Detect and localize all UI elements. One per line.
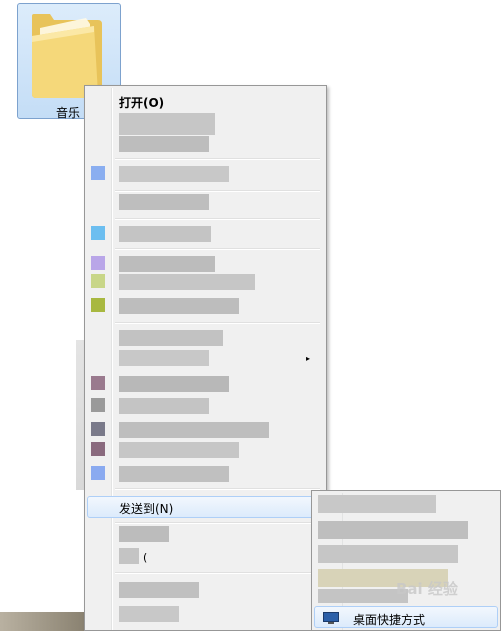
pixelated-menu-item[interactable] [119, 136, 209, 152]
pixelated-menu-item[interactable] [119, 442, 239, 458]
menu-separator [115, 218, 320, 220]
pixelated-menu-item[interactable] [119, 422, 269, 438]
pixelated-menu-item[interactable] [119, 226, 211, 242]
taskbar-strip [0, 612, 84, 631]
watermark: Bai 经验 [396, 580, 458, 598]
pixelated-menu-item[interactable] [119, 166, 229, 182]
pixelated-submenu-item[interactable] [318, 589, 408, 603]
app-icon [91, 442, 105, 456]
pixelated-menu-item[interactable] [119, 526, 169, 542]
pixelated-menu-item[interactable] [119, 376, 229, 392]
menu-separator [115, 158, 320, 160]
send-to-submenu: 桌面快捷方式 [311, 490, 501, 631]
menu-separator [115, 522, 320, 524]
pixelated-menu-item[interactable] [119, 330, 223, 346]
app-icon [91, 166, 105, 180]
submenu-arrow-icon: ▸ [306, 354, 311, 363]
pixelated-menu-item[interactable] [119, 256, 215, 272]
pixelated-submenu-item[interactable] [318, 521, 468, 539]
submenu-item-desktop-shortcut-label: 桌面快捷方式 [353, 613, 426, 627]
menu-item-hotkey-fragment: ( [143, 551, 148, 564]
menu-item-send-to[interactable]: 发送到(N) [87, 496, 324, 518]
folder-label: 音乐 [56, 106, 81, 120]
app-icon [91, 422, 105, 436]
pixelated-menu-item[interactable] [119, 274, 255, 290]
menu-separator [115, 572, 320, 574]
menu-separator [115, 322, 320, 324]
app-icon [91, 376, 105, 390]
pixelated-submenu-item[interactable] [318, 545, 458, 563]
submenu-item-desktop-shortcut[interactable]: 桌面快捷方式 [314, 606, 498, 628]
pixelated-menu-item[interactable] [119, 298, 239, 314]
app-icon [91, 226, 105, 240]
menu-gutter [111, 88, 113, 630]
app-icon [91, 466, 105, 480]
pixelated-menu-item[interactable] [119, 350, 209, 366]
menu-separator [115, 248, 320, 250]
app-icon [91, 298, 105, 312]
pixelated-menu-item[interactable] [119, 113, 215, 135]
pixelated-menu-item[interactable] [119, 194, 209, 210]
menu-item-open-label: 打开(O) [119, 96, 165, 110]
app-icon [91, 256, 105, 270]
pixelated-menu-item[interactable] [119, 548, 139, 564]
menu-separator [115, 190, 320, 192]
pixelated-menu-item[interactable] [119, 466, 229, 482]
app-icon [91, 398, 105, 412]
pixelated-menu-item[interactable] [119, 398, 209, 414]
pixelated-submenu-item[interactable] [318, 495, 436, 513]
context-menu: 打开(O) ▸ 发送到(N) ( [84, 85, 327, 631]
menu-item-send-to-label: 发送到(N) [119, 502, 174, 516]
menu-item-open[interactable]: 打开(O) [87, 90, 324, 112]
app-icon [91, 274, 105, 288]
pixelated-menu-item[interactable] [119, 606, 179, 622]
pixelated-menu-item[interactable] [119, 582, 199, 598]
menu-separator [115, 488, 320, 490]
desktop-icon [323, 612, 339, 624]
